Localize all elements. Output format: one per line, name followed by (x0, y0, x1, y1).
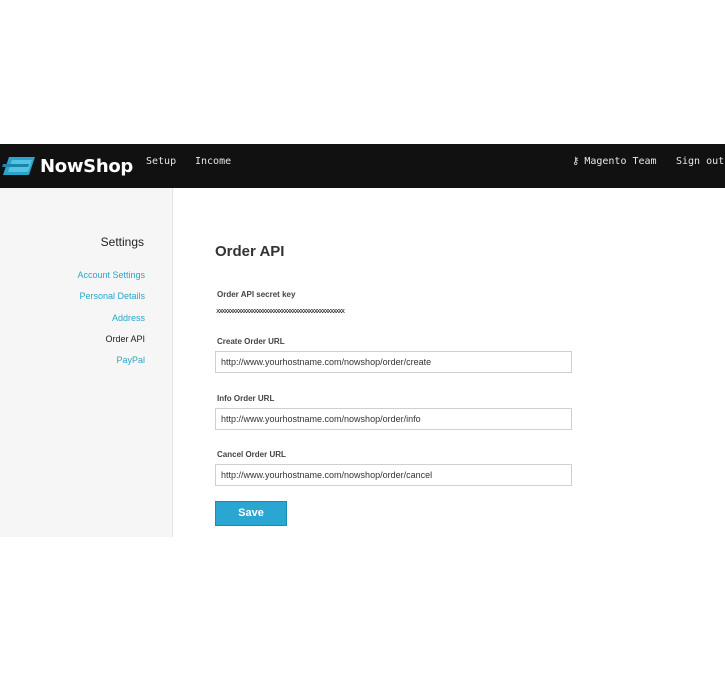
sign-out-link[interactable]: Sign out (676, 144, 724, 188)
settings-sidebar: Settings Account Settings Personal Detai… (0, 188, 173, 537)
nav-user-name: Magento Team (584, 156, 657, 167)
info-order-url-label: Info Order URL (217, 394, 275, 403)
info-order-url-input[interactable] (215, 408, 572, 430)
sidebar-item-order-api[interactable]: Order API (105, 334, 145, 344)
cancel-order-url-input[interactable] (215, 464, 572, 486)
save-button[interactable]: Save (215, 501, 287, 526)
sidebar-item-paypal[interactable]: PayPal (116, 355, 145, 365)
nav-income-link[interactable]: Income (195, 144, 231, 188)
sidebar-item-address[interactable]: Address (112, 313, 145, 323)
sidebar-item-account-settings[interactable]: Account Settings (77, 270, 145, 280)
nav-setup-link[interactable]: Setup (146, 144, 176, 188)
brand-logo[interactable]: NowShop (2, 151, 133, 181)
brand-name: NowShop (40, 155, 133, 177)
cancel-order-url-label: Cancel Order URL (217, 450, 286, 459)
secret-key-value: xxxxxxxxxxxxxxxxxxxxxxxxxxxxxxxxxxxxxxxx… (216, 307, 345, 315)
sidebar-item-personal-details[interactable]: Personal Details (79, 291, 145, 301)
top-navbar: NowShop Setup Income ⚷ Magento Team Sign… (0, 144, 725, 188)
page-title: Order API (215, 243, 285, 260)
nav-user-link[interactable]: ⚷ Magento Team (572, 144, 657, 180)
key-icon: ⚷ (572, 156, 580, 167)
ticket-logo-icon (2, 157, 35, 175)
sidebar-title: Settings (100, 235, 144, 249)
main-content: Order API Order API secret key xxxxxxxxx… (173, 188, 725, 537)
secret-key-label: Order API secret key (217, 290, 296, 299)
create-order-url-input[interactable] (215, 351, 572, 373)
create-order-url-label: Create Order URL (217, 337, 285, 346)
